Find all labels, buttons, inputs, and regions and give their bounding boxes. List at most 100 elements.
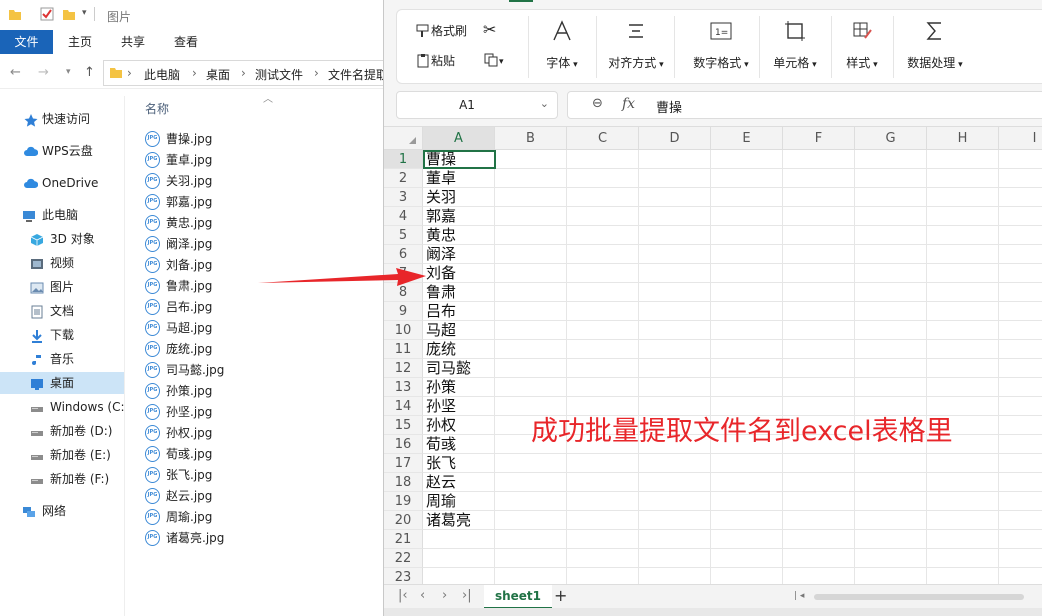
cell-a20[interactable]: 诸葛亮	[426, 511, 471, 530]
cell-a16[interactable]: 荀彧	[426, 435, 456, 454]
cell-grid[interactable]: 成功批量提取文件名到excel表格里 ABCDEFGHI123456789101…	[384, 126, 1042, 587]
cell-a3[interactable]: 关羽	[426, 188, 456, 207]
cell-a2[interactable]: 董卓	[426, 169, 456, 188]
nav-item[interactable]: 视频	[0, 252, 124, 274]
alignment-group-button[interactable]: 对齐方式 ▾	[601, 10, 671, 85]
cell-a14[interactable]: 孙坚	[426, 397, 456, 416]
format-painter-button[interactable]: 格式刷	[415, 22, 467, 39]
column-header-a[interactable]: A	[423, 127, 495, 150]
sheet-tab-sheet1[interactable]: sheet1	[484, 585, 552, 609]
cell-a10[interactable]: 马超	[426, 321, 456, 340]
address-bar[interactable]: › 此电脑 › 桌面 › 测试文件 › 文件名提取	[103, 60, 393, 86]
breadcrumb-test-files[interactable]: 测试文件	[255, 66, 303, 83]
row-header[interactable]: 11	[384, 340, 423, 359]
nav-item[interactable]: Windows (C:	[0, 396, 124, 418]
column-header-h[interactable]: H	[927, 127, 999, 150]
data-processing-group-button[interactable]: 数据处理 ▾	[900, 10, 970, 85]
last-sheet-icon[interactable]: ›|	[462, 588, 472, 603]
number-format-group-button[interactable]: 1= 数字格式 ▾	[681, 10, 761, 85]
cell-a8[interactable]: 鲁肃	[426, 283, 456, 302]
row-header[interactable]: 12	[384, 359, 423, 378]
column-header-e[interactable]: E	[711, 127, 783, 150]
horizontal-scrollbar[interactable]	[814, 594, 1024, 600]
properties-icon[interactable]	[40, 7, 54, 21]
row-header[interactable]: 14	[384, 397, 423, 416]
nav-item[interactable]: 桌面	[0, 372, 124, 394]
ribbon-tab-file[interactable]: 文件	[0, 30, 53, 54]
scroll-left-icon[interactable]: | ◂	[794, 591, 804, 601]
nav-item[interactable]: 新加卷 (D:)	[0, 420, 124, 442]
style-group-button[interactable]: 样式 ▾	[837, 10, 887, 85]
row-header[interactable]: 16	[384, 435, 423, 454]
ribbon-tab-home[interactable]: 主页	[56, 30, 104, 54]
cell-a12[interactable]: 司马懿	[426, 359, 471, 378]
cut-icon[interactable]: ✂	[483, 20, 496, 39]
forward-arrow-icon[interactable]: →	[38, 65, 49, 80]
row-header[interactable]: 10	[384, 321, 423, 340]
row-header[interactable]: 5	[384, 226, 423, 245]
breadcrumb-desktop[interactable]: 桌面	[206, 66, 230, 83]
row-header[interactable]: 3	[384, 188, 423, 207]
row-header[interactable]: 9	[384, 302, 423, 321]
up-arrow-icon[interactable]: ↑	[84, 65, 95, 80]
cell-a13[interactable]: 孙策	[426, 378, 456, 397]
cell-a5[interactable]: 黄忠	[426, 226, 456, 245]
row-header[interactable]: 4	[384, 207, 423, 226]
next-sheet-icon[interactable]: ›	[442, 588, 447, 603]
ribbon-tab-share[interactable]: 共享	[109, 30, 157, 54]
cell-a7[interactable]: 刘备	[426, 264, 456, 283]
row-header[interactable]: 17	[384, 454, 423, 473]
column-header-d[interactable]: D	[639, 127, 711, 150]
ribbon-tab-view[interactable]: 查看	[162, 30, 210, 54]
copy-button[interactable]: ▾	[483, 52, 504, 67]
cell-group-button[interactable]: 单元格 ▾	[765, 10, 825, 85]
nav-item[interactable]: 新加卷 (E:)	[0, 444, 124, 466]
nav-item[interactable]: 下载	[0, 324, 124, 346]
cell-a15[interactable]: 孙权	[426, 416, 456, 435]
nav-item[interactable]: 此电脑	[0, 204, 124, 226]
breadcrumb-this-pc[interactable]: 此电脑	[144, 66, 180, 83]
row-header[interactable]: 20	[384, 511, 423, 530]
cell-a17[interactable]: 张飞	[426, 454, 456, 473]
back-arrow-icon[interactable]: ←	[10, 65, 21, 80]
zoom-icon[interactable]: ⊖	[592, 96, 603, 111]
cell-a4[interactable]: 郭嘉	[426, 207, 456, 226]
column-header-c[interactable]: C	[567, 127, 639, 150]
add-sheet-button[interactable]: +	[554, 586, 567, 605]
column-header-g[interactable]: G	[855, 127, 927, 150]
select-all-button[interactable]	[384, 127, 423, 150]
column-header-f[interactable]: F	[783, 127, 855, 150]
row-header[interactable]: 18	[384, 473, 423, 492]
new-folder-icon[interactable]	[62, 7, 76, 21]
cell-a19[interactable]: 周瑜	[426, 492, 456, 511]
insert-function-icon[interactable]: fx	[622, 96, 635, 112]
cell-a18[interactable]: 赵云	[426, 473, 456, 492]
row-header[interactable]: 21	[384, 530, 423, 549]
nav-item[interactable]: 新加卷 (F:)	[0, 468, 124, 490]
font-group-button[interactable]: 字体 ▾	[533, 10, 591, 85]
breadcrumb-current-folder[interactable]: 文件名提取	[328, 66, 388, 83]
nav-item[interactable]: 音乐	[0, 348, 124, 370]
column-header-i[interactable]: I	[999, 127, 1042, 150]
first-sheet-icon[interactable]: |‹	[398, 588, 408, 603]
paste-button[interactable]: 粘贴	[415, 52, 455, 69]
nav-item[interactable]: 3D 对象	[0, 228, 124, 250]
name-column-header[interactable]: 名称	[145, 100, 169, 117]
row-header[interactable]: 13	[384, 378, 423, 397]
row-header[interactable]: 2	[384, 169, 423, 188]
cell-a9[interactable]: 吕布	[426, 302, 456, 321]
recent-locations-chevron-icon[interactable]: ▾	[66, 67, 71, 77]
column-header-b[interactable]: B	[495, 127, 567, 150]
cell-a6[interactable]: 阚泽	[426, 245, 456, 264]
nav-item[interactable]: OneDrive	[0, 172, 124, 194]
row-header[interactable]: 1	[384, 150, 423, 169]
cell-a11[interactable]: 庞统	[426, 340, 456, 359]
nav-item[interactable]: 文档	[0, 300, 124, 322]
row-header[interactable]: 15	[384, 416, 423, 435]
nav-item[interactable]: 图片	[0, 276, 124, 298]
row-header[interactable]: 22	[384, 549, 423, 568]
nav-item[interactable]: WPS云盘	[0, 140, 124, 162]
row-header[interactable]: 19	[384, 492, 423, 511]
nav-item[interactable]: 网络	[0, 500, 124, 522]
formula-input[interactable]: ⊖ fx 曹操	[567, 91, 1042, 119]
